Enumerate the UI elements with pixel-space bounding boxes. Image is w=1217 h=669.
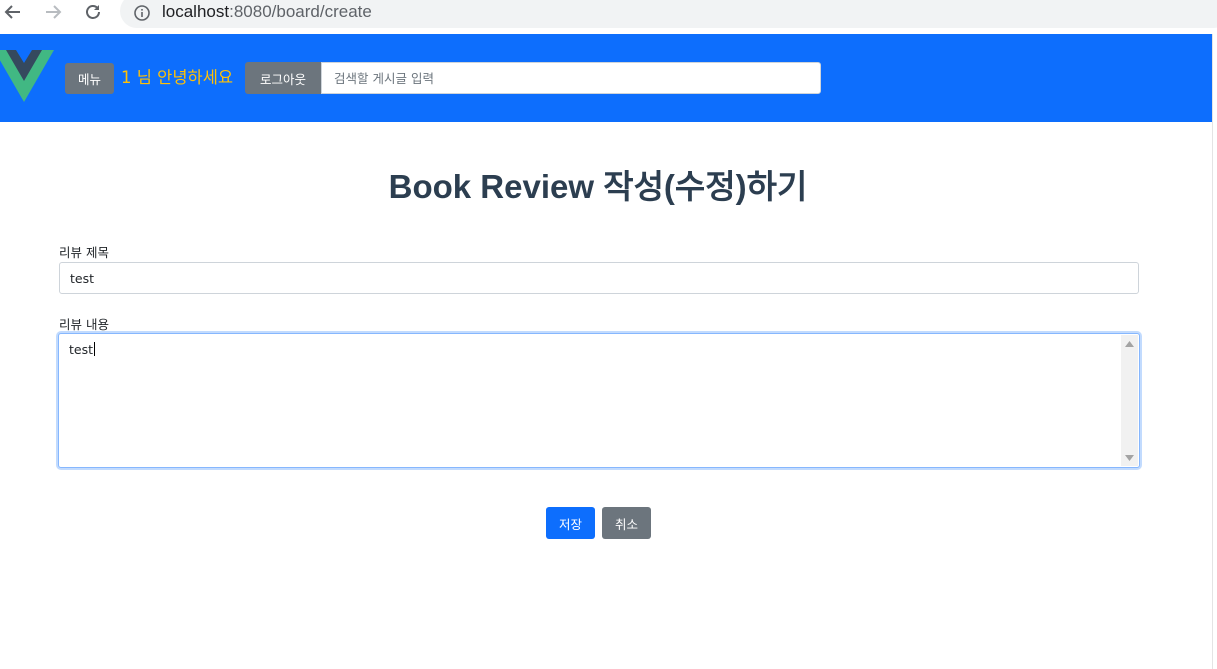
scroll-down-arrow-icon[interactable]	[1121, 449, 1138, 466]
address-bar[interactable]: localhost:8080/board/create	[120, 0, 1217, 28]
search-input[interactable]	[321, 62, 821, 94]
greeting-text: 1 님 안녕하세요	[121, 68, 234, 87]
textarea-scrollbar[interactable]	[1121, 335, 1138, 466]
page-title: Book Review 작성(수정)하기	[388, 168, 808, 205]
review-content-text: test	[69, 342, 96, 357]
window-edge	[1212, 34, 1217, 669]
reload-icon[interactable]	[81, 0, 105, 24]
info-icon[interactable]	[134, 5, 150, 21]
vue-logo-icon[interactable]	[0, 47, 54, 105]
review-content-label: 리뷰 내용	[59, 317, 109, 332]
text-caret	[94, 342, 96, 356]
back-arrow-icon[interactable]	[1, 0, 25, 24]
browser-toolbar: localhost:8080/board/create	[0, 0, 1217, 34]
review-content-value: test	[69, 342, 94, 357]
scroll-up-arrow-icon[interactable]	[1121, 335, 1138, 352]
review-title-input[interactable]	[59, 262, 1139, 294]
url-host: localhost	[162, 2, 230, 21]
save-button[interactable]: 저장	[546, 507, 595, 539]
cancel-button[interactable]: 취소	[602, 507, 651, 539]
url-text: localhost:8080/board/create	[162, 2, 372, 22]
forward-arrow-icon[interactable]	[41, 0, 65, 24]
menu-button[interactable]: 메뉴	[65, 63, 114, 94]
url-path: :8080/board/create	[229, 2, 372, 21]
review-title-label: 리뷰 제목	[59, 245, 109, 260]
review-content-textarea[interactable]: test	[58, 333, 1140, 468]
logout-button[interactable]: 로그아웃	[245, 62, 321, 94]
app-header: 메뉴 1 님 안녕하세요 로그아웃	[0, 34, 1212, 122]
